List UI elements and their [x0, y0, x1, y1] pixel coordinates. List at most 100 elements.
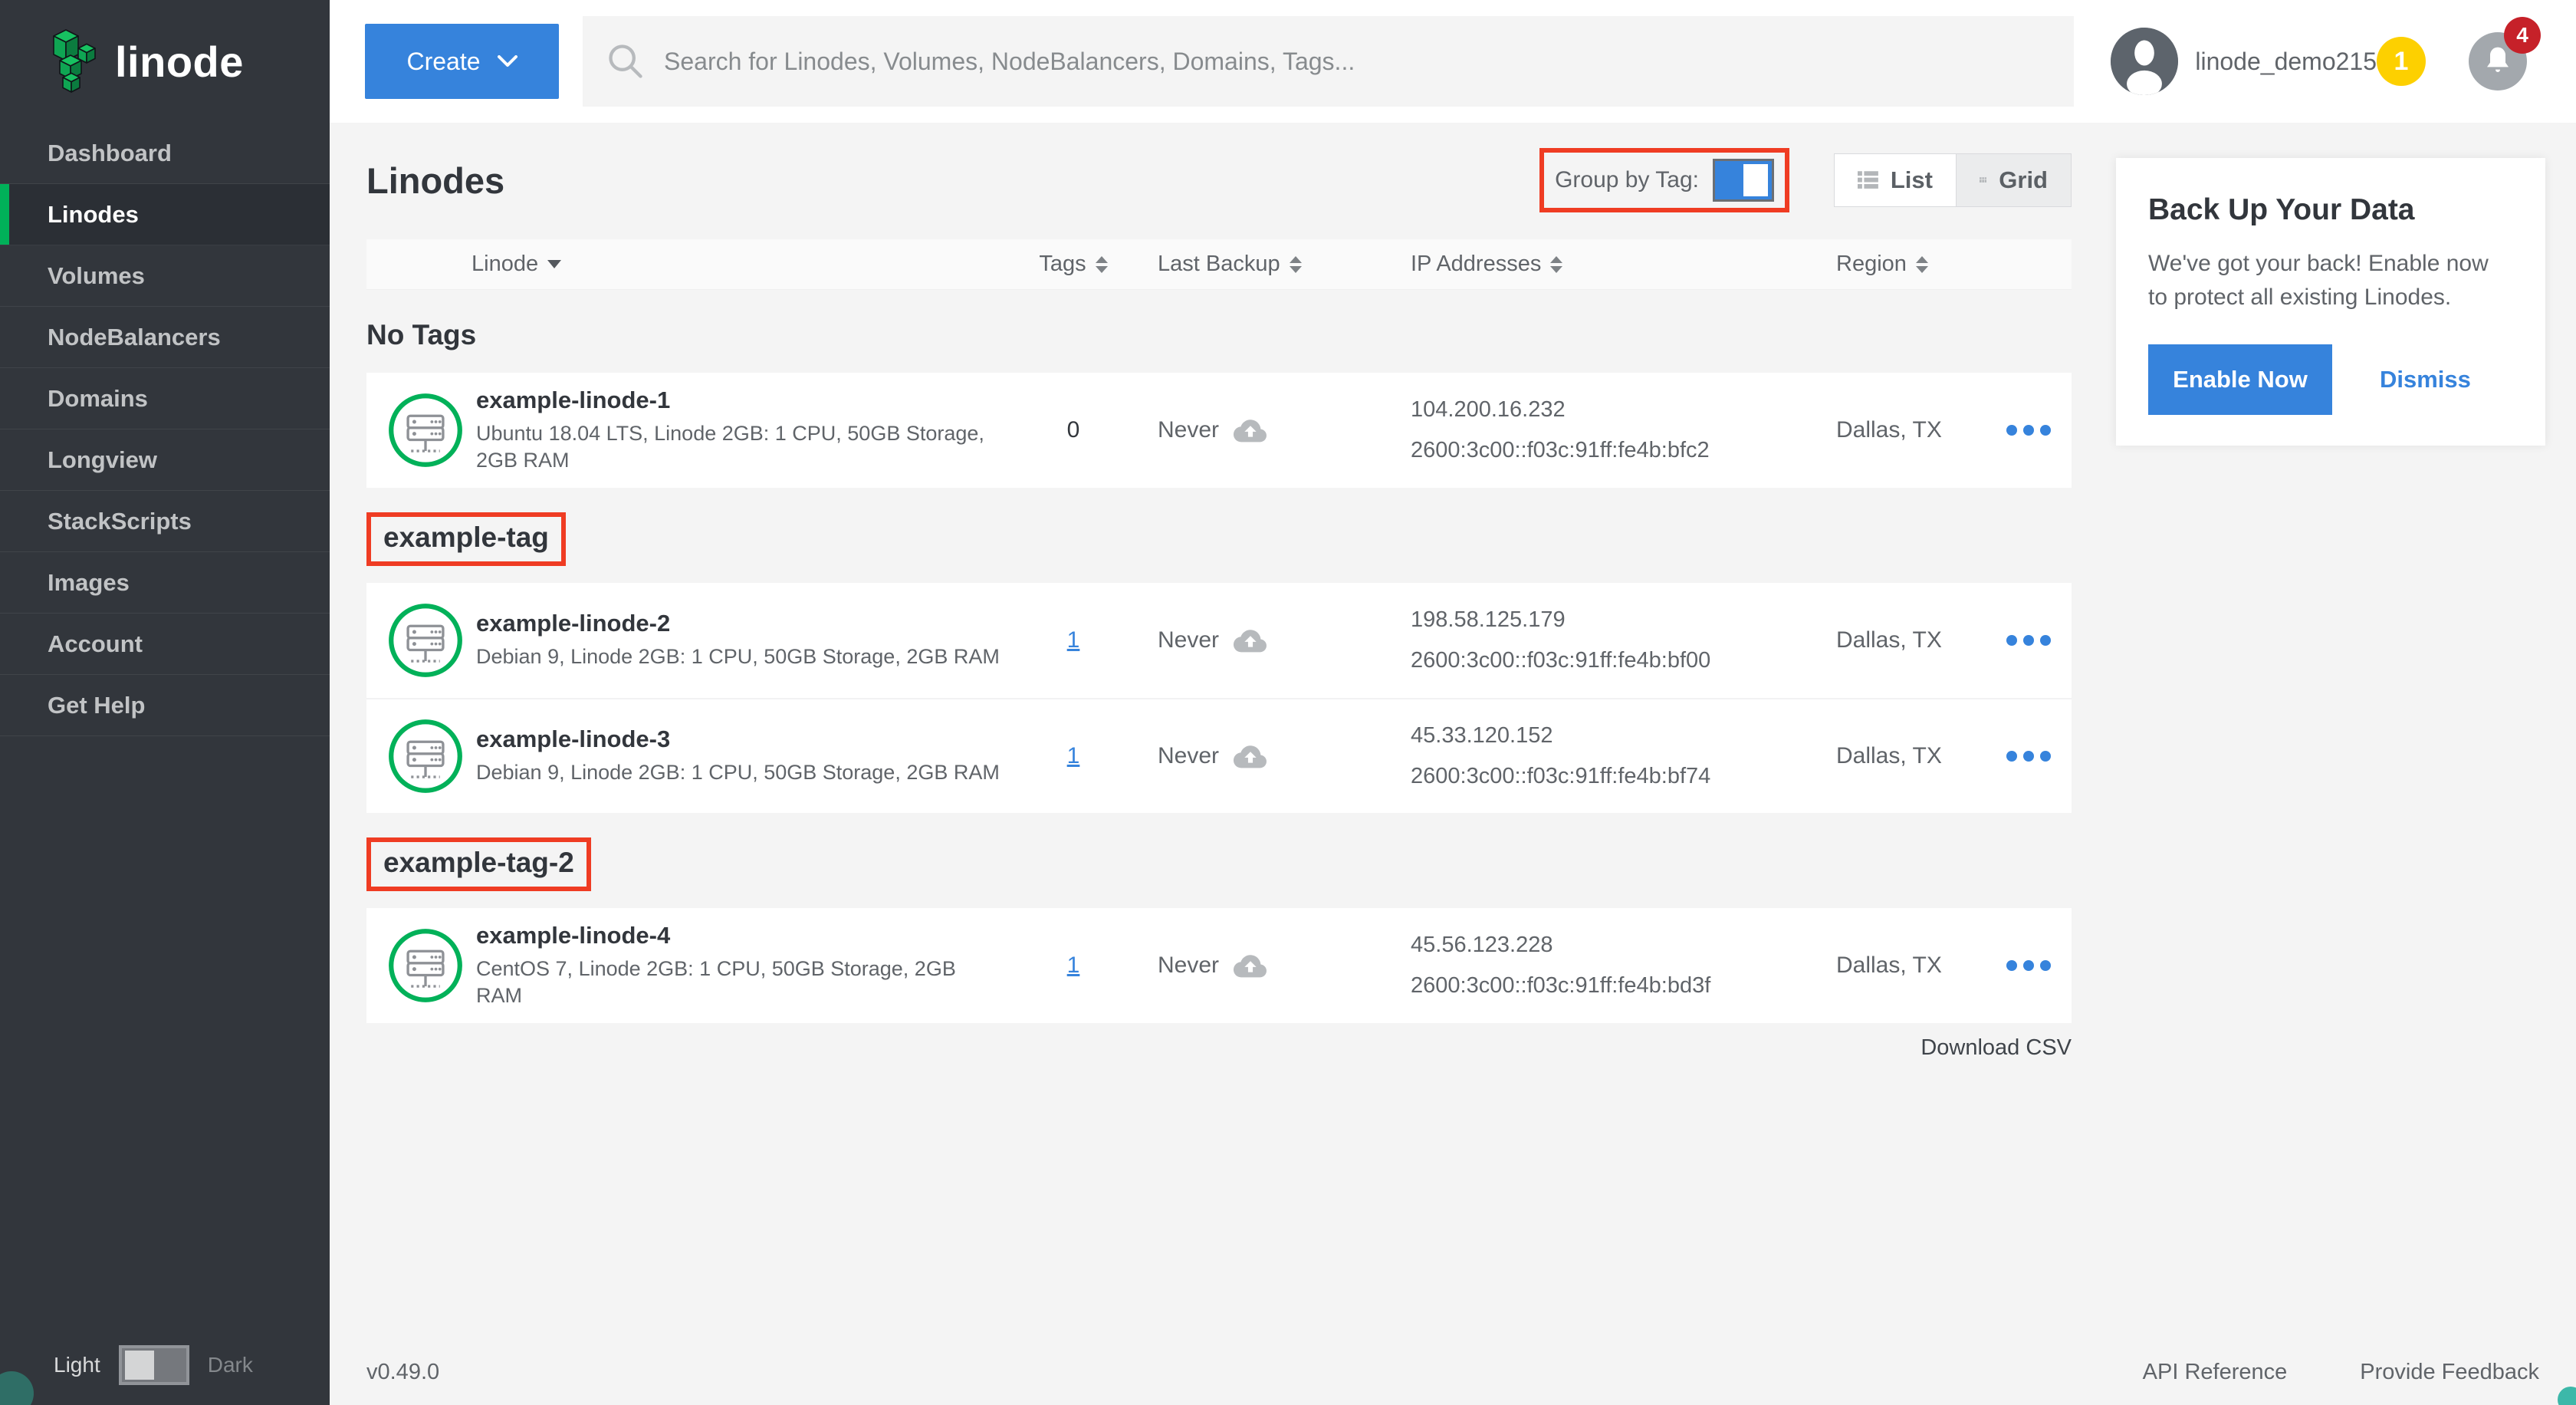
- linode-specs: CentOS 7, Linode 2GB: 1 CPU, 50GB Storag…: [476, 956, 1005, 1009]
- sidebar-item-images[interactable]: Images: [0, 552, 330, 614]
- row-actions-button[interactable]: [1986, 635, 2072, 646]
- ipv6-address: 2600:3c00::f03c:91ff:fe4b:bfc2: [1411, 438, 1725, 463]
- linode-specs: Debian 9, Linode 2GB: 1 CPU, 50GB Storag…: [476, 643, 1005, 670]
- linode-status-icon: [387, 927, 464, 1004]
- tag-count-link[interactable]: 1: [1067, 953, 1080, 978]
- tag-group-heading-example-tag: example-tag: [366, 512, 566, 566]
- tag-count: 0: [1067, 417, 1080, 443]
- row-actions-button[interactable]: [1986, 425, 2072, 436]
- list-view-icon: [1858, 169, 1878, 192]
- ipv6-address: 2600:3c00::f03c:91ff:fe4b:bd3f: [1411, 973, 1725, 999]
- backup-cloud-icon: [1233, 417, 1268, 443]
- tag-group-heading-no-tags: No Tags: [366, 319, 2072, 351]
- account-status-badge[interactable]: 1: [2377, 37, 2426, 86]
- create-button[interactable]: Create: [365, 24, 559, 99]
- theme-switcher: Light Dark: [0, 1345, 330, 1385]
- avatar[interactable]: [2111, 28, 2178, 95]
- column-header-tags[interactable]: Tags: [1027, 252, 1119, 277]
- region-value: Dallas, TX: [1725, 417, 1986, 443]
- table-row-example-linode-3[interactable]: example-linode-3 Debian 9, Linode 2GB: 1…: [366, 698, 2072, 813]
- group-by-tag-label: Group by Tag:: [1555, 167, 1699, 193]
- search-input[interactable]: [664, 48, 2051, 76]
- page-title: Linodes: [366, 160, 504, 202]
- linode-cube-icon: [44, 27, 100, 97]
- sidebar-item-domains[interactable]: Domains: [0, 368, 330, 429]
- sidebar-item-stackscripts[interactable]: StackScripts: [0, 491, 330, 552]
- view-grid-button[interactable]: Grid: [1956, 154, 2071, 206]
- table-row-example-linode-2[interactable]: example-linode-2 Debian 9, Linode 2GB: 1…: [366, 583, 2072, 698]
- sidebar-item-volumes[interactable]: Volumes: [0, 245, 330, 307]
- sort-desc-icon: [547, 260, 561, 268]
- table-header-row: Linode Tags Last Backup IP Addresses Reg…: [366, 239, 2072, 290]
- sort-icon: [1096, 256, 1108, 273]
- ipv4-address: 198.58.125.179: [1411, 607, 1725, 633]
- topbar: Create linode_demo215 1 4: [330, 0, 2576, 123]
- chevron-down-icon: [498, 55, 518, 67]
- logo-wordmark: linode: [115, 37, 244, 87]
- backup-panel-title: Back Up Your Data: [2148, 193, 2515, 227]
- search-icon: [606, 41, 646, 81]
- sidebar-item-get-help[interactable]: Get Help: [0, 675, 330, 736]
- grid-view-icon: [1980, 169, 1986, 192]
- group-by-tag-annotation-box: Group by Tag:: [1539, 148, 1789, 212]
- enable-now-button[interactable]: Enable Now: [2148, 344, 2332, 415]
- provide-feedback-link[interactable]: Provide Feedback: [2360, 1360, 2539, 1385]
- theme-toggle-knob: [125, 1351, 154, 1380]
- sort-icon: [1290, 256, 1302, 273]
- linode-name[interactable]: example-linode-4: [476, 922, 1005, 949]
- linode-name[interactable]: example-linode-3: [476, 726, 1005, 753]
- linode-name[interactable]: example-linode-2: [476, 610, 1005, 637]
- region-value: Dallas, TX: [1725, 627, 1986, 653]
- sidebar-item-longview[interactable]: Longview: [0, 429, 330, 491]
- region-value: Dallas, TX: [1725, 743, 1986, 769]
- notification-count-badge: 4: [2504, 17, 2541, 54]
- tag-group-heading-example-tag-2: example-tag-2: [366, 837, 591, 891]
- dismiss-link[interactable]: Dismiss: [2380, 366, 2471, 393]
- group-by-tag-toggle[interactable]: [1713, 159, 1774, 202]
- username[interactable]: linode_demo215: [2195, 48, 2377, 76]
- sidebar-item-linodes[interactable]: Linodes: [0, 184, 330, 245]
- ipv6-address: 2600:3c00::f03c:91ff:fe4b:bf74: [1411, 764, 1725, 789]
- linode-logo[interactable]: linode: [0, 0, 330, 123]
- theme-light-label: Light: [54, 1353, 100, 1377]
- view-switcher: List Grid: [1834, 153, 2072, 207]
- ipv4-address: 45.33.120.152: [1411, 723, 1725, 749]
- table-row-example-linode-4[interactable]: example-linode-4 CentOS 7, Linode 2GB: 1…: [366, 908, 2072, 1023]
- view-list-button[interactable]: List: [1835, 154, 1956, 206]
- linode-name[interactable]: example-linode-1: [476, 387, 1005, 414]
- column-header-ip-addresses[interactable]: IP Addresses: [1349, 252, 1725, 277]
- sidebar: linode Dashboard Linodes Volumes NodeBal…: [0, 0, 330, 1405]
- linode-specs: Ubuntu 18.04 LTS, Linode 2GB: 1 CPU, 50G…: [476, 420, 1005, 474]
- region-value: Dallas, TX: [1725, 953, 1986, 979]
- ipv6-address: 2600:3c00::f03c:91ff:fe4b:bf00: [1411, 648, 1725, 673]
- column-header-region[interactable]: Region: [1725, 252, 1986, 277]
- theme-toggle[interactable]: [119, 1345, 189, 1385]
- linode-specs: Debian 9, Linode 2GB: 1 CPU, 50GB Storag…: [476, 759, 1005, 786]
- download-csv-link[interactable]: Download CSV: [366, 1035, 2072, 1061]
- backup-promo-panel: Back Up Your Data We've got your back! E…: [2116, 158, 2545, 446]
- row-actions-button[interactable]: [1986, 960, 2072, 971]
- column-header-last-backup[interactable]: Last Backup: [1119, 252, 1349, 277]
- column-header-linode[interactable]: Linode: [366, 252, 1027, 277]
- backup-cloud-icon: [1233, 953, 1268, 979]
- sort-icon: [1916, 256, 1928, 273]
- theme-dark-label: Dark: [208, 1353, 253, 1377]
- table-row-example-linode-1[interactable]: example-linode-1 Ubuntu 18.04 LTS, Linod…: [366, 373, 2072, 488]
- backup-cloud-icon: [1233, 627, 1268, 653]
- sort-icon: [1550, 256, 1562, 273]
- row-actions-button[interactable]: [1986, 751, 2072, 762]
- api-reference-link[interactable]: API Reference: [2143, 1360, 2288, 1385]
- linode-status-icon: [387, 602, 464, 679]
- linode-status-icon: [387, 718, 464, 795]
- last-backup-value: Never: [1158, 627, 1219, 653]
- tag-count-link[interactable]: 1: [1067, 743, 1080, 768]
- sidebar-item-nodebalancers[interactable]: NodeBalancers: [0, 307, 330, 368]
- tag-count-link[interactable]: 1: [1067, 627, 1080, 653]
- ipv4-address: 45.56.123.228: [1411, 933, 1725, 958]
- sidebar-item-dashboard[interactable]: Dashboard: [0, 123, 330, 184]
- linodes-table: Linode Tags Last Backup IP Addresses Reg…: [366, 239, 2072, 1061]
- notifications-button[interactable]: 4: [2469, 32, 2527, 90]
- sidebar-nav: Dashboard Linodes Volumes NodeBalancers …: [0, 123, 330, 736]
- global-search[interactable]: [583, 16, 2074, 107]
- sidebar-item-account[interactable]: Account: [0, 614, 330, 675]
